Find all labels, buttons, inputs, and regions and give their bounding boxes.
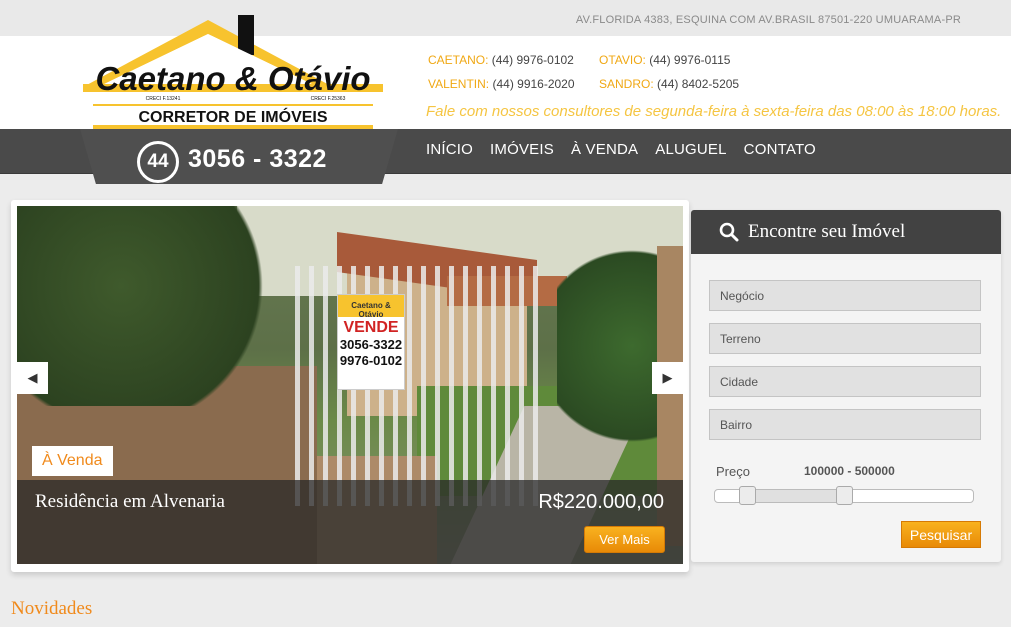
- section-title-novidades: Novidades: [11, 598, 93, 619]
- listing-price: R$220.000,00: [538, 491, 664, 513]
- contact-caetano: CAETANO: (44) 9976-0102: [428, 53, 574, 67]
- logo-tagline: CORRETOR DE IMÓVEIS: [138, 107, 327, 126]
- main-phone-number: 3056 - 3322: [188, 145, 327, 173]
- listing-type-badge: À Venda: [32, 446, 113, 476]
- nav-imoveis[interactable]: IMÓVEIS: [490, 141, 554, 158]
- search-panel-title: Encontre seu Imóvel: [748, 221, 906, 242]
- chevron-right-icon: ▶: [662, 370, 673, 385]
- contact-otavio: OTAVIO: (44) 9976-0115: [599, 53, 730, 67]
- contact-name: OTAVIO:: [599, 53, 646, 67]
- sign-brand: Caetano & Otávio: [338, 295, 404, 319]
- slider-prev-button[interactable]: ◀: [17, 362, 48, 394]
- search-button[interactable]: Pesquisar: [901, 521, 981, 548]
- sign-phone-2: 9976-0102: [339, 353, 403, 368]
- nav-contato[interactable]: CONTATO: [744, 141, 816, 158]
- nav-inicio[interactable]: INÍCIO: [426, 141, 473, 158]
- price-min-handle[interactable]: [739, 486, 757, 505]
- listing-title[interactable]: Residência em Alvenaria: [35, 491, 225, 513]
- logo-creci-right: CRECI F.25363: [311, 96, 346, 102]
- price-range-value: 100000 - 500000: [804, 464, 895, 478]
- search-panel-header: Encontre seu Imóvel: [691, 210, 1001, 254]
- contact-phone: (44) 9976-0115: [649, 53, 731, 67]
- contact-phone: (44) 8402-5205: [657, 77, 740, 91]
- chevron-left-icon: ◀: [27, 370, 38, 385]
- phone-ddd-circle: 44: [137, 141, 179, 183]
- negocio-select[interactable]: Negócio: [709, 280, 981, 311]
- contact-name: VALENTIN:: [428, 77, 490, 91]
- search-icon: [719, 222, 739, 242]
- logo-name: Caetano & Otávio: [95, 60, 370, 97]
- contact-name: CAETANO:: [428, 53, 489, 67]
- contact-sandro: SANDRO: (44) 8402-5205: [599, 77, 739, 91]
- nav-a-venda[interactable]: À VENDA: [571, 141, 638, 158]
- contact-phone: (44) 9916-2020: [492, 77, 575, 91]
- price-label: Preço: [716, 464, 750, 479]
- slider-next-button[interactable]: ▶: [652, 362, 683, 394]
- sign-vende: VENDE: [343, 319, 399, 336]
- bairro-select[interactable]: Bairro: [709, 409, 981, 440]
- company-logo[interactable]: Caetano & Otávio CRECI F.13241 CRECI F.2…: [78, 12, 388, 130]
- price-slider-range: [747, 489, 844, 503]
- contact-phone: (44) 9976-0102: [491, 53, 574, 67]
- price-max-handle[interactable]: [836, 486, 853, 505]
- cidade-select[interactable]: Cidade: [709, 366, 981, 397]
- business-hours: Fale com nossos consultores de segunda-f…: [426, 103, 1002, 120]
- main-nav: INÍCIO IMÓVEIS À VENDA ALUGUEL CONTATO: [426, 141, 833, 158]
- sign-phone-1: 3056-3322: [339, 337, 403, 352]
- contact-name: SANDRO:: [599, 77, 654, 91]
- for-sale-sign: Caetano & Otávio VENDE 3056-3322 9976-01…: [337, 294, 405, 390]
- nav-aluguel[interactable]: ALUGUEL: [655, 141, 726, 158]
- address-text: AV.FLORIDA 4383, ESQUINA COM AV.BRASIL 8…: [575, 14, 961, 26]
- contact-valentin: VALENTIN: (44) 9916-2020: [428, 77, 575, 91]
- terreno-select[interactable]: Terreno: [709, 323, 981, 354]
- logo-creci-left: CRECI F.13241: [146, 96, 181, 102]
- ver-mais-button[interactable]: Ver Mais: [584, 526, 665, 553]
